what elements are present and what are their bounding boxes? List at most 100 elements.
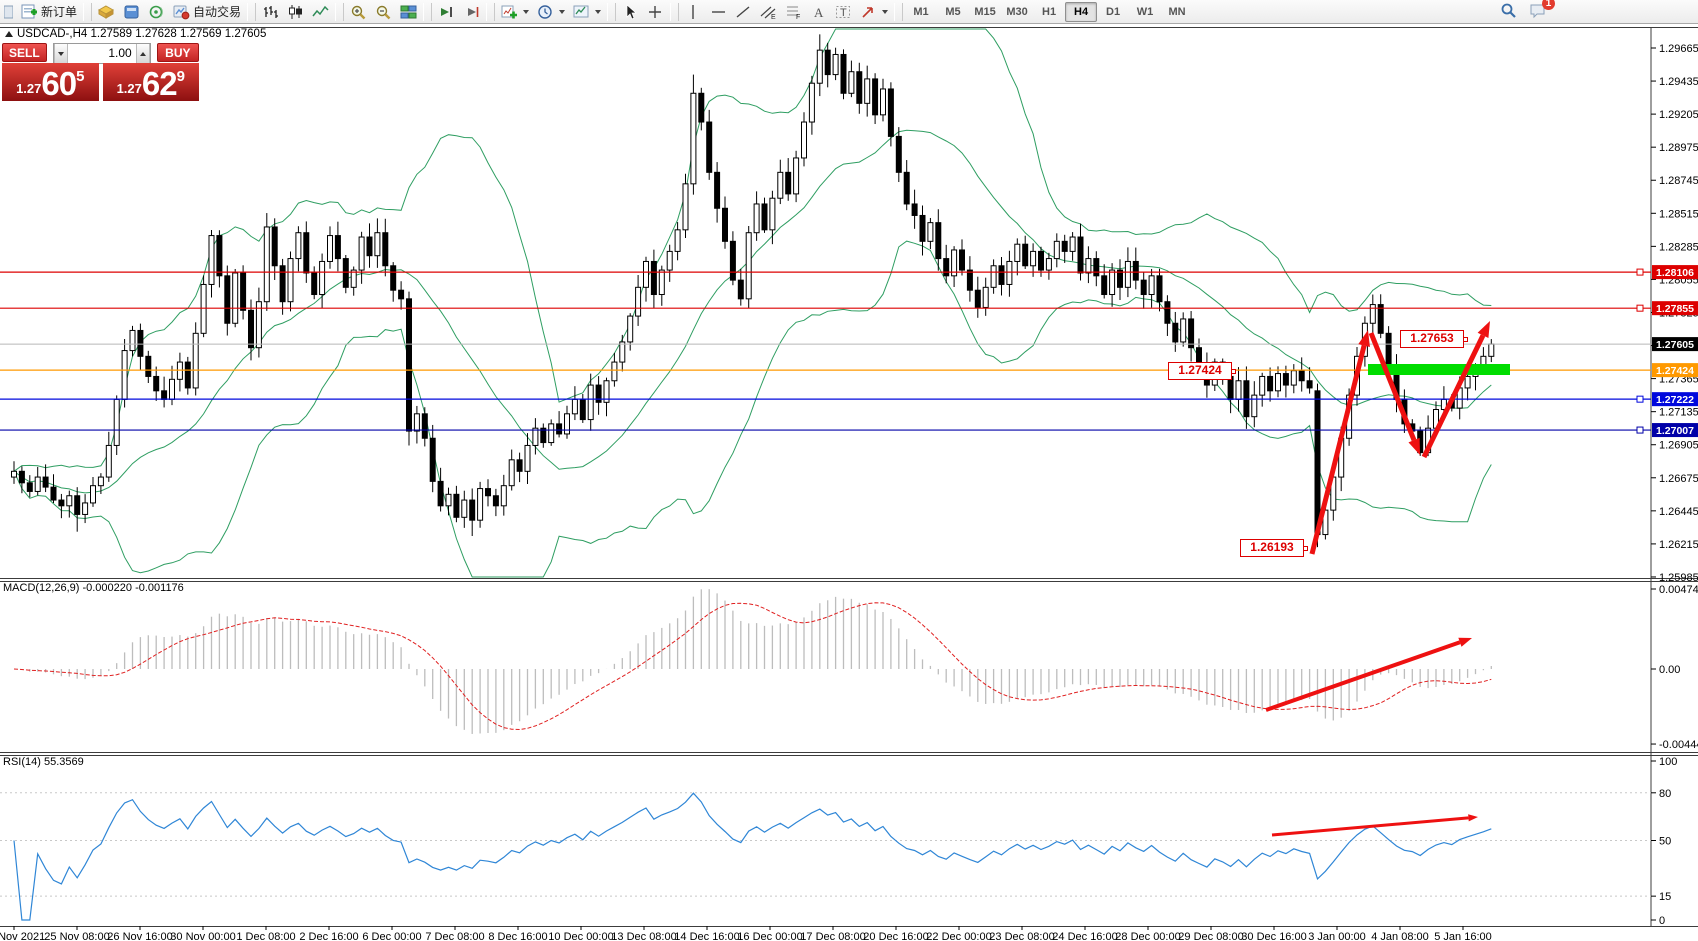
navigator-icon[interactable]	[144, 1, 169, 23]
price-annotation[interactable]: 1.26193	[1240, 539, 1304, 557]
chart-area[interactable]: 1.296651.294351.292051.289751.287451.285…	[0, 0, 1698, 941]
chart-shift-icon[interactable]	[459, 1, 484, 23]
timeframe-h4-button[interactable]: H4	[1065, 2, 1097, 22]
svg-text:1.27605: 1.27605	[1656, 339, 1694, 351]
svg-text:3 Jan 00:00: 3 Jan 00:00	[1308, 931, 1366, 941]
svg-text:20 Dec 16:00: 20 Dec 16:00	[863, 931, 928, 941]
timeframe-m5-button[interactable]: M5	[937, 2, 969, 22]
periods-icon[interactable]	[533, 1, 569, 23]
line-chart-icon[interactable]	[308, 1, 333, 23]
clipped-chart-icon	[0, 1, 17, 23]
sell-button[interactable]: SELL	[2, 43, 47, 62]
svg-text:14 Dec 16:00: 14 Dec 16:00	[674, 931, 739, 941]
sell-price-point: 5	[76, 68, 84, 85]
svg-text:23 Dec 08:00: 23 Dec 08:00	[989, 931, 1054, 941]
svg-text:30 Nov 00:00: 30 Nov 00:00	[170, 931, 235, 941]
svg-text:E: E	[771, 14, 776, 20]
search-icon[interactable]	[1500, 2, 1518, 22]
annotation-handle[interactable]	[1463, 337, 1468, 342]
svg-text:24 Dec 16:00: 24 Dec 16:00	[1052, 931, 1117, 941]
svg-text:6 Dec 00:00: 6 Dec 00:00	[362, 931, 421, 941]
volume-increase-button[interactable]	[136, 44, 150, 63]
bar-chart-icon[interactable]	[258, 1, 283, 23]
svg-text:4 Jan 08:00: 4 Jan 08:00	[1371, 931, 1429, 941]
new-order-label: 新订单	[41, 3, 77, 20]
svg-text:50: 50	[1659, 836, 1671, 848]
price-annotation[interactable]: 1.27653	[1400, 330, 1464, 348]
toolbar-separator	[607, 3, 616, 21]
svg-text:0.004742: 0.004742	[1659, 584, 1698, 596]
timeframe-mn-button[interactable]: MN	[1161, 2, 1193, 22]
autotrade-label: 自动交易	[193, 3, 241, 20]
text-icon[interactable]: A	[806, 1, 831, 23]
chevron-down-icon	[559, 10, 565, 14]
sell-price-panel[interactable]: 1.27 60 5	[2, 63, 99, 101]
svg-text:80: 80	[1659, 788, 1671, 800]
svg-text:1 Dec 08:00: 1 Dec 08:00	[236, 931, 295, 941]
price-annotation[interactable]: 1.27424	[1168, 362, 1232, 380]
svg-text:1.26445: 1.26445	[1659, 506, 1698, 518]
svg-text:1.27424: 1.27424	[1656, 365, 1694, 377]
timeframe-h1-button[interactable]: H1	[1033, 2, 1065, 22]
toolbar-separator	[423, 3, 432, 21]
svg-text:1.28515: 1.28515	[1659, 208, 1698, 220]
tile-windows-icon[interactable]	[396, 1, 421, 23]
volume-value[interactable]: 1.00	[68, 44, 136, 63]
zoom-out-icon[interactable]	[371, 1, 396, 23]
indicators-icon[interactable]	[497, 1, 533, 23]
toolbar-separator	[247, 3, 256, 21]
svg-text:0.00: 0.00	[1659, 664, 1680, 676]
trendline-icon[interactable]	[731, 1, 756, 23]
svg-text:100: 100	[1659, 756, 1677, 768]
toolbar-right: 1	[1500, 2, 1548, 22]
auto-scroll-icon[interactable]	[434, 1, 459, 23]
notification-badge: 1	[1542, 0, 1555, 10]
annotation-handle[interactable]	[1303, 546, 1308, 551]
svg-text:28 Dec 00:00: 28 Dec 00:00	[1115, 931, 1180, 941]
toolbar-separator	[335, 3, 344, 21]
vertical-line-icon[interactable]	[681, 1, 706, 23]
svg-text:-0.004448: -0.004448	[1659, 739, 1698, 751]
triangle-up-icon	[140, 52, 146, 56]
annotation-handle[interactable]	[1231, 369, 1236, 374]
svg-text:8 Dec 16:00: 8 Dec 16:00	[488, 931, 547, 941]
timeframe-m30-button[interactable]: M30	[1001, 2, 1033, 22]
text-label-icon[interactable]: T	[831, 1, 856, 23]
autotrade-button[interactable]: 自动交易	[169, 1, 245, 23]
timeframe-m15-button[interactable]: M15	[969, 2, 1001, 22]
market-watch-icon[interactable]	[94, 1, 119, 23]
toolbar-separator	[486, 3, 495, 21]
svg-text:10 Dec 00:00: 10 Dec 00:00	[548, 931, 613, 941]
svg-text:2 Dec 16:00: 2 Dec 16:00	[299, 931, 358, 941]
svg-text:25 Nov 08:00: 25 Nov 08:00	[44, 931, 109, 941]
svg-text:0: 0	[1659, 915, 1665, 927]
svg-text:15: 15	[1659, 891, 1671, 903]
horizontal-line-icon[interactable]	[706, 1, 731, 23]
svg-text:1.26675: 1.26675	[1659, 473, 1698, 485]
data-window-icon[interactable]	[119, 1, 144, 23]
equidistant-channel-icon[interactable]: E	[756, 1, 781, 23]
svg-text:24 Nov 2021: 24 Nov 2021	[0, 931, 45, 941]
candlestick-chart-icon[interactable]	[283, 1, 308, 23]
buy-price-pips: 62	[142, 69, 177, 99]
buy-button[interactable]: BUY	[157, 43, 199, 62]
templates-icon[interactable]	[569, 1, 605, 23]
timeframe-w1-button[interactable]: W1	[1129, 2, 1161, 22]
cursor-icon[interactable]	[618, 1, 643, 23]
notifications-icon[interactable]: 1	[1528, 2, 1548, 22]
svg-text:1.27222: 1.27222	[1656, 394, 1694, 406]
one-click-trading-panel: SELL 1.00 BUY 1.27 60 5 1.27 62 9	[2, 43, 199, 101]
new-order-button[interactable]: 新订单	[17, 1, 81, 23]
buy-price-panel[interactable]: 1.27 62 9	[103, 63, 200, 101]
chart-title-text: USDCAD-,H4 1.27589 1.27628 1.27569 1.276…	[17, 28, 266, 40]
volume-decrease-button[interactable]	[54, 44, 68, 63]
fibonacci-icon[interactable]: F	[781, 1, 806, 23]
zoom-in-icon[interactable]	[346, 1, 371, 23]
macd-indicator-label: MACD(12,26,9) -0.000220 -0.001176	[3, 582, 184, 594]
svg-text:22 Dec 00:00: 22 Dec 00:00	[926, 931, 991, 941]
timeframe-d1-button[interactable]: D1	[1097, 2, 1129, 22]
arrows-icon[interactable]	[856, 1, 892, 23]
timeframe-m1-button[interactable]: M1	[905, 2, 937, 22]
svg-text:1.27135: 1.27135	[1659, 407, 1698, 419]
crosshair-icon[interactable]	[643, 1, 668, 23]
